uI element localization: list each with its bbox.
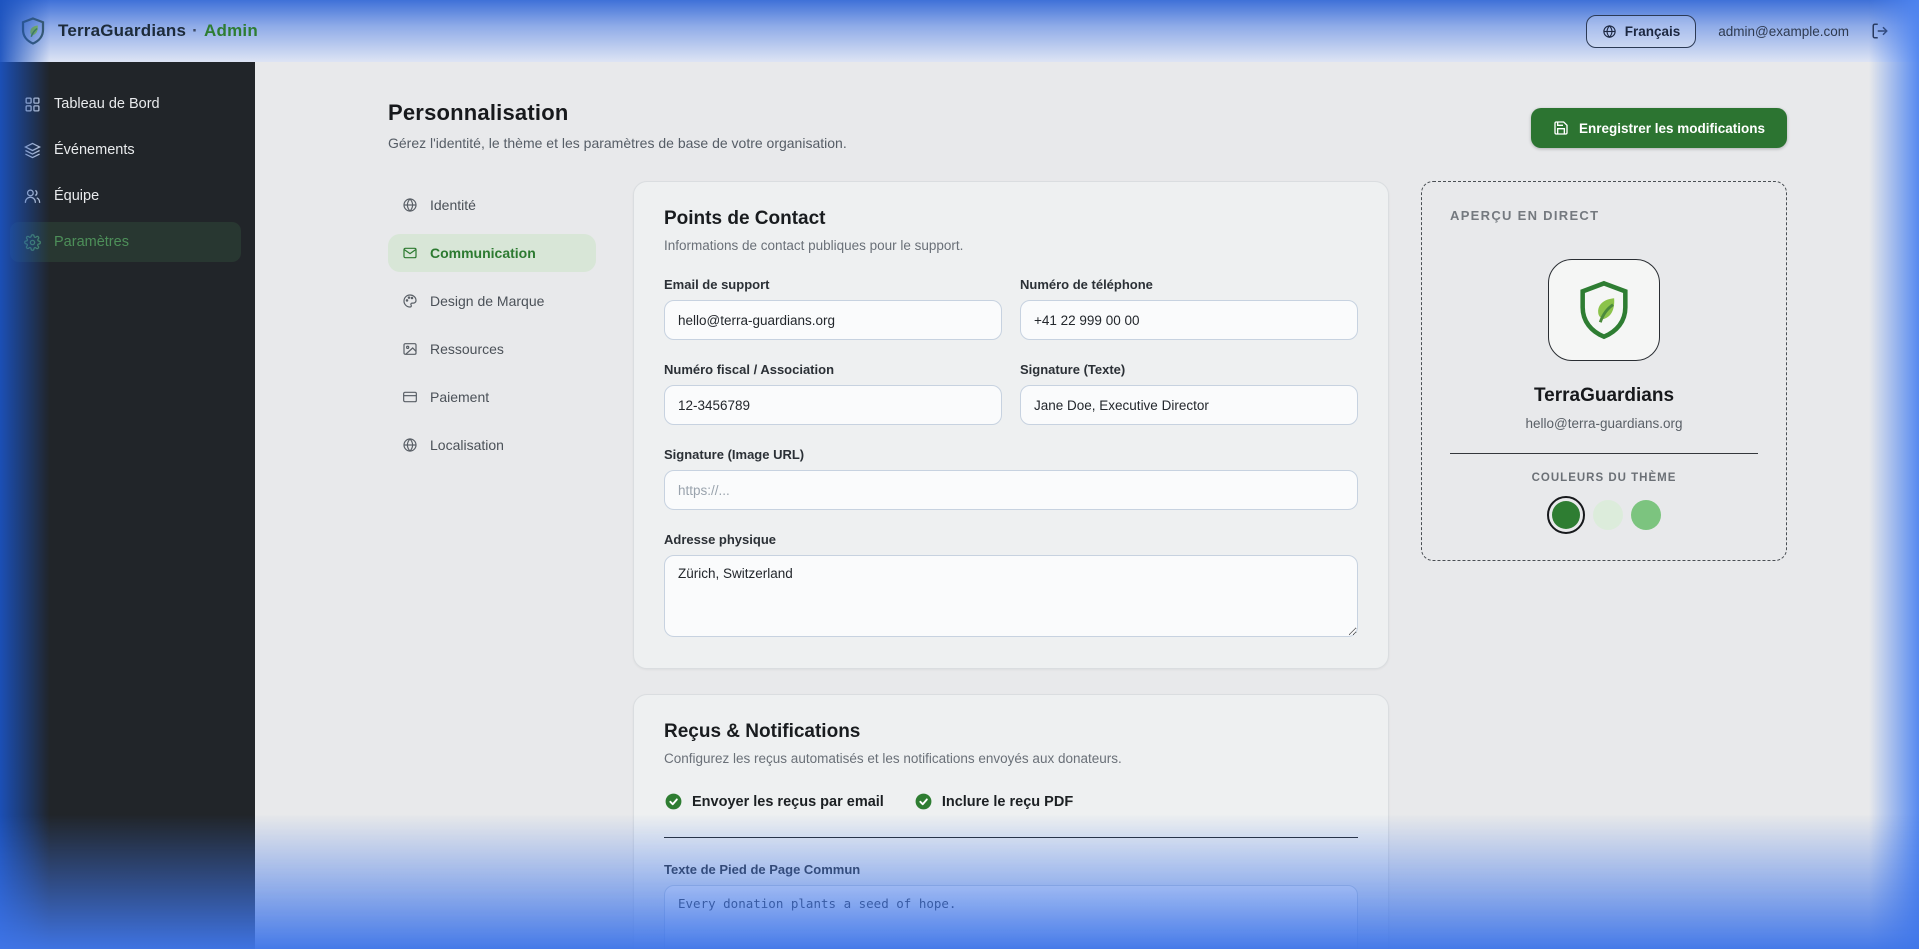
address-label: Adresse physique xyxy=(664,532,776,547)
dashboard-icon xyxy=(25,96,40,112)
subnav-item-resources[interactable]: Ressources xyxy=(388,330,596,368)
signature-url-field[interactable] xyxy=(664,470,1358,510)
top-bar: TerraGuardians · Admin Français admin@exam… xyxy=(0,0,1919,62)
theme-color-accent[interactable] xyxy=(1631,500,1661,530)
footer-text-field[interactable]: Every donation plants a seed of hope. xyxy=(664,885,1358,949)
theme-color-primary xyxy=(1552,501,1580,529)
receipts-card-title: Reçus & Notifications xyxy=(664,721,861,742)
sidebar-item-label: Paramètres xyxy=(54,234,129,250)
logout-button[interactable] xyxy=(1871,22,1889,40)
subnav-item-communication[interactable]: Communication xyxy=(388,234,596,272)
brand: TerraGuardians · Admin xyxy=(18,16,258,46)
footer-text-label: Texte de Pied de Page Commun xyxy=(664,862,861,877)
checkbox-email-receipts[interactable]: Envoyer les reçus par email xyxy=(664,792,884,811)
receipts-card: Reçus & Notifications Configurez les reç… xyxy=(633,694,1389,949)
brand-admin-suffix: Admin xyxy=(204,21,258,40)
phone-field[interactable] xyxy=(1020,300,1358,340)
save-icon xyxy=(1554,121,1568,135)
checkbox-pdf-receipt[interactable]: Inclure le reçu PDF xyxy=(914,792,1073,811)
gear-icon xyxy=(24,233,41,251)
phone-label: Numéro de téléphone xyxy=(1020,277,1153,292)
layers-icon xyxy=(24,142,41,158)
address-field[interactable]: Zürich, Switzerland xyxy=(664,555,1358,637)
theme-colors-label: COULEURS DU THÈME xyxy=(1531,472,1677,484)
image-icon xyxy=(403,343,417,355)
receipts-card-subtitle: Configurez les reçus automatisés et les … xyxy=(664,751,1122,766)
theme-color-light[interactable] xyxy=(1593,500,1623,530)
page-subtitle: Gérez l'identité, le thème et les paramè… xyxy=(388,135,847,151)
check-circle-icon xyxy=(665,793,682,810)
support-email-label: Email de support xyxy=(664,277,770,292)
sidebar-item-label: Tableau de Bord xyxy=(54,96,160,112)
org-name: TerraGuardians xyxy=(1533,385,1675,406)
subnav-item-identity[interactable]: Identité xyxy=(388,186,596,224)
save-button[interactable]: Enregistrer les modifications xyxy=(1530,108,1787,148)
contact-card-subtitle: Informations de contact publiques pour l… xyxy=(664,238,964,253)
org-logo-box xyxy=(1548,259,1660,361)
signature-url-label: Signature (Image URL) xyxy=(664,447,805,462)
sidebar-item-label: Événements xyxy=(54,142,135,158)
main-content: Personnalisation Gérez l'identité, le th… xyxy=(255,62,1919,949)
mail-icon xyxy=(403,247,417,259)
divider xyxy=(1450,453,1758,454)
shield-leaf-logo-icon xyxy=(21,17,45,45)
sidebar-item-team[interactable]: Équipe xyxy=(10,176,241,216)
globe-icon xyxy=(403,198,417,212)
sidebar-item-dashboard[interactable]: Tableau de Bord xyxy=(10,84,241,124)
org-email: hello@terra-guardians.org xyxy=(1525,416,1683,431)
sidebar: Tableau de Bord Événements Équipe Paramè… xyxy=(0,62,255,949)
globe-icon xyxy=(1603,24,1616,38)
subnav-item-payment[interactable]: Paiement xyxy=(388,378,596,416)
tax-id-label: Numéro fiscal / Association xyxy=(664,362,835,377)
language-button[interactable]: Français xyxy=(1585,14,1697,48)
globe-icon xyxy=(403,438,417,452)
support-email-field[interactable] xyxy=(664,300,1002,340)
credit-card-icon xyxy=(403,391,417,403)
signature-text-label: Signature (Texte) xyxy=(1020,362,1126,377)
subnav-item-localization[interactable]: Localisation xyxy=(388,426,596,464)
divider xyxy=(664,837,1358,838)
sidebar-item-events[interactable]: Événements xyxy=(10,130,241,170)
shield-leaf-logo-icon xyxy=(1580,280,1628,340)
sidebar-item-settings[interactable]: Paramètres xyxy=(10,222,241,262)
subnav-item-branding[interactable]: Design de Marque xyxy=(388,282,596,320)
preview-label: APERÇU EN DIRECT xyxy=(1450,208,1600,223)
live-preview-panel: APERÇU EN DIRECT TerraGuardians hello@te… xyxy=(1421,181,1787,561)
palette-icon xyxy=(403,294,417,308)
settings-subnav: Identité Communication Design de Marque … xyxy=(388,181,596,474)
logout-icon xyxy=(1872,23,1888,39)
contact-card: Points de Contact Informations de contac… xyxy=(633,181,1389,669)
tax-id-field[interactable] xyxy=(664,385,1002,425)
check-circle-icon xyxy=(915,793,932,810)
page-title: Personnalisation xyxy=(388,100,569,125)
contact-card-title: Points de Contact xyxy=(664,208,826,229)
users-icon xyxy=(24,188,41,203)
theme-color-swatch-selected[interactable] xyxy=(1547,496,1585,534)
sidebar-item-label: Équipe xyxy=(54,188,100,204)
brand-name: TerraGuardians · Admin xyxy=(58,21,258,40)
signature-text-field[interactable] xyxy=(1020,385,1358,425)
user-email: admin@example.com xyxy=(1718,23,1849,39)
